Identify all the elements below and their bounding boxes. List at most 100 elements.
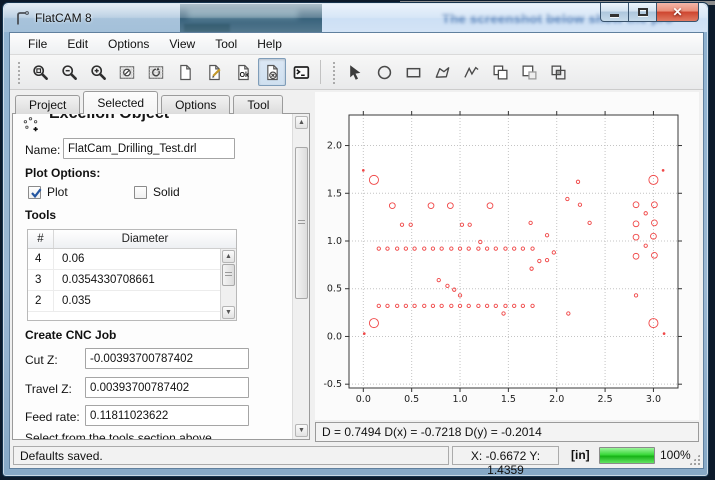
zoom-out-icon xyxy=(61,64,78,81)
clear-plot-button[interactable] xyxy=(113,58,141,86)
svg-text:-0.5: -0.5 xyxy=(323,379,342,390)
union-icon xyxy=(492,64,509,81)
select-icon xyxy=(347,64,364,81)
new-geometry-icon xyxy=(177,64,194,81)
subtract-button[interactable] xyxy=(515,58,543,86)
shell-button[interactable] xyxy=(287,58,315,86)
svg-text:0.5: 0.5 xyxy=(327,284,342,295)
toolbar-separator xyxy=(320,60,321,84)
close-button[interactable]: ✕ xyxy=(656,3,699,22)
new-geometry-button[interactable] xyxy=(171,58,199,86)
add-circle-button[interactable] xyxy=(370,58,398,86)
tools-table: # Diameter 40.0630.035433070866120.035 ▲… xyxy=(27,229,237,321)
clear-plot-icon xyxy=(119,64,136,81)
toolbar-drag-handle[interactable] xyxy=(331,60,336,84)
solid-checkbox-label[interactable]: Solid xyxy=(153,185,180,199)
plot-checkbox[interactable] xyxy=(28,186,41,199)
selected-tab-panel: Excellon Object Name: Plot Options: Plot… xyxy=(12,113,310,440)
cancel-edit-button[interactable] xyxy=(258,58,286,86)
tool-diameter-cell[interactable]: 0.06 xyxy=(54,249,236,269)
menu-file[interactable]: File xyxy=(18,34,57,54)
select-button[interactable] xyxy=(341,58,369,86)
name-input[interactable] xyxy=(63,138,235,159)
subtract-icon xyxy=(521,64,538,81)
edit-geometry-button[interactable] xyxy=(200,58,228,86)
tab-project[interactable]: Project xyxy=(15,95,80,114)
tools-table-scrollbar: ▲ ▼ xyxy=(220,249,236,320)
tab-tool[interactable]: Tool xyxy=(233,95,283,114)
svg-text:0.0: 0.0 xyxy=(327,331,342,342)
panel-scroll-up-arrow[interactable]: ▲ xyxy=(295,116,308,129)
update-geometry-icon: Ok xyxy=(235,64,252,81)
intersect-button[interactable] xyxy=(544,58,572,86)
caption-buttons: ✕ xyxy=(601,3,699,22)
name-label: Name: xyxy=(25,143,60,157)
plot-options-label: Plot Options: xyxy=(25,166,100,180)
progress-percent: 100% xyxy=(660,448,691,462)
svg-text:0.0: 0.0 xyxy=(356,394,371,405)
tool-diameter-cell[interactable]: 0.035 xyxy=(54,291,236,311)
menu-options[interactable]: Options xyxy=(98,34,159,54)
union-button[interactable] xyxy=(486,58,514,86)
menu-view[interactable]: View xyxy=(159,34,205,54)
plot-measure-status: D = 0.7494 D(x) = -0.7218 D(y) = -0.2014 xyxy=(315,422,699,442)
minimize-icon xyxy=(610,14,619,17)
cancel-edit-icon xyxy=(264,64,281,81)
drill-hole xyxy=(662,169,664,171)
add-rectangle-icon xyxy=(405,64,422,81)
minimize-button[interactable] xyxy=(600,3,629,22)
status-message: Defaults saved. xyxy=(13,446,449,465)
plot-canvas[interactable]: 0.00.51.01.52.02.53.0-0.50.00.51.01.52.0 xyxy=(315,92,699,420)
tool-diameter-cell[interactable]: 0.0354330708661 xyxy=(54,270,236,290)
panel-heading: Excellon Object xyxy=(49,113,169,123)
cutz-label: Cut Z: xyxy=(25,353,58,367)
tool-number-cell[interactable]: 2 xyxy=(28,291,54,311)
tool-row[interactable]: 20.035 xyxy=(28,291,236,312)
panel-scroll-down-arrow[interactable]: ▼ xyxy=(295,424,308,437)
close-icon: ✕ xyxy=(672,6,682,18)
tab-options[interactable]: Options xyxy=(161,95,230,114)
feedrate-label: Feed rate: xyxy=(25,410,80,424)
progress-bar-fill xyxy=(600,448,654,463)
menu-edit[interactable]: Edit xyxy=(57,34,98,54)
add-polygon-icon xyxy=(434,64,451,81)
replot-button[interactable] xyxy=(142,58,170,86)
tool-row[interactable]: 40.06 xyxy=(28,249,236,270)
column-header-diameter[interactable]: Diameter xyxy=(54,230,236,248)
tool-number-cell[interactable]: 4 xyxy=(28,249,54,269)
panel-scrollbar-thumb[interactable] xyxy=(295,147,308,299)
update-geometry-button[interactable]: Ok xyxy=(229,58,257,86)
tab-selected[interactable]: Selected xyxy=(83,91,158,114)
window-title: FlatCAM 8 xyxy=(35,11,92,25)
feedrate-input[interactable] xyxy=(85,405,249,426)
menu-help[interactable]: Help xyxy=(247,34,292,54)
toolbar-drag-handle[interactable] xyxy=(16,60,21,84)
scroll-down-arrow[interactable]: ▼ xyxy=(222,306,235,319)
add-polygon-button[interactable] xyxy=(428,58,456,86)
client-area: FileEditOptionsViewToolHelp Ok ProjectSe… xyxy=(9,32,704,469)
tab-bar: ProjectSelectedOptionsTool xyxy=(15,92,286,114)
zoom-in-button[interactable] xyxy=(84,58,112,86)
solid-checkbox[interactable] xyxy=(134,186,147,199)
maximize-button[interactable] xyxy=(628,3,657,22)
column-header-number[interactable]: # xyxy=(28,230,54,248)
scroll-up-arrow[interactable]: ▲ xyxy=(222,250,235,263)
scrollbar-thumb[interactable] xyxy=(222,264,235,286)
add-rectangle-button[interactable] xyxy=(399,58,427,86)
svg-text:Ok: Ok xyxy=(239,72,248,79)
zoom-fit-button[interactable] xyxy=(26,58,54,86)
menu-tool[interactable]: Tool xyxy=(205,34,247,54)
tool-number-cell[interactable]: 3 xyxy=(28,270,54,290)
add-circle-icon xyxy=(376,64,393,81)
svg-text:1.5: 1.5 xyxy=(327,188,342,199)
cutz-input[interactable] xyxy=(85,348,249,369)
toolbar: Ok xyxy=(10,55,703,90)
zoom-out-button[interactable] xyxy=(55,58,83,86)
travelz-input[interactable] xyxy=(85,377,249,398)
tool-row[interactable]: 30.0354330708661 xyxy=(28,270,236,291)
tools-hint-text: Select from the tools section above xyxy=(25,431,212,440)
intersect-icon xyxy=(550,64,567,81)
plot-checkbox-label[interactable]: Plot xyxy=(47,185,68,199)
add-path-button[interactable] xyxy=(457,58,485,86)
svg-text:1.0: 1.0 xyxy=(327,236,342,247)
